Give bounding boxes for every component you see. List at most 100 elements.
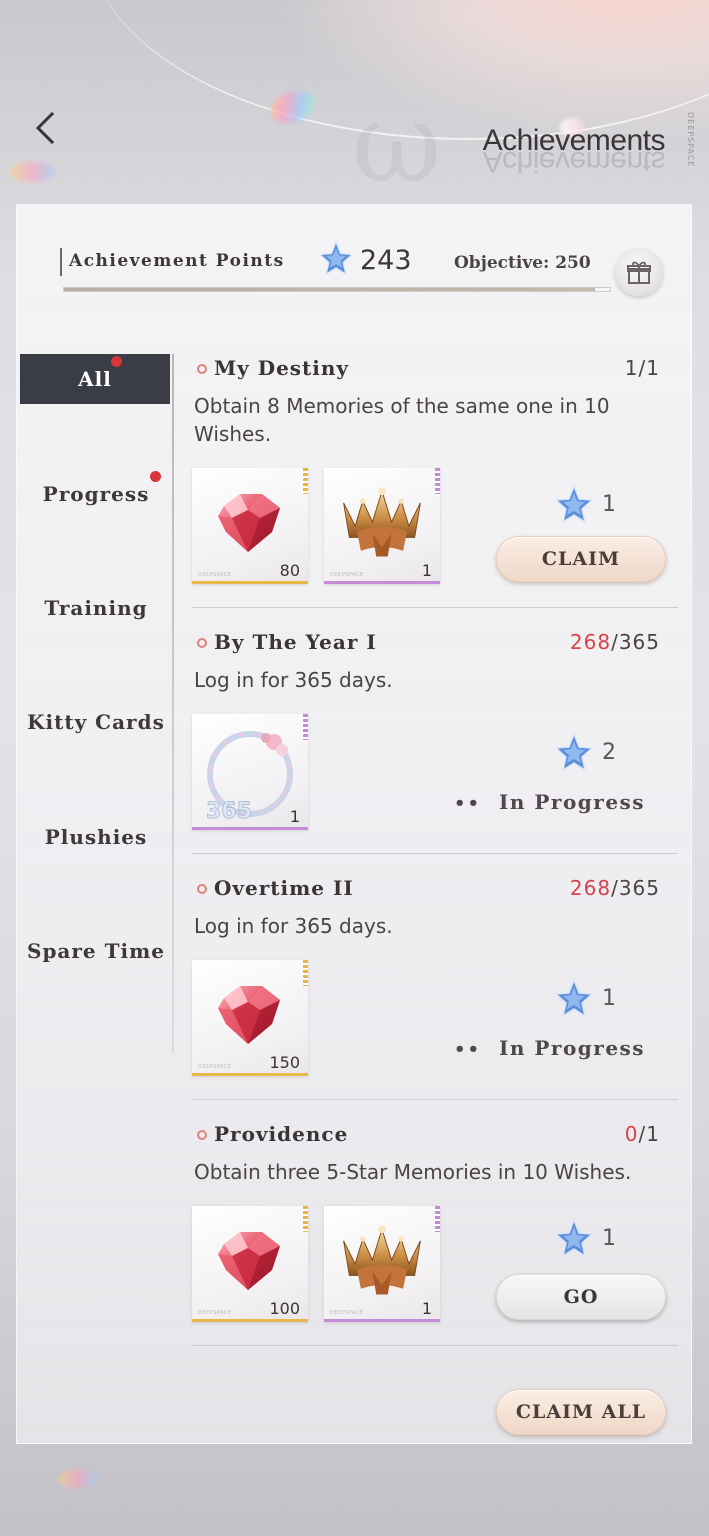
points-amount: 2: [602, 739, 616, 765]
brand-mark: DEEPSPACE: [330, 1310, 364, 1316]
back-button[interactable]: [26, 108, 66, 148]
progress-total: /365: [611, 630, 660, 654]
gem-icon: [210, 980, 290, 1050]
gem-icon: [210, 488, 290, 558]
claim-all-button[interactable]: CLAIM ALL: [496, 1389, 666, 1435]
dots-icon: ••: [454, 793, 482, 814]
achievement-points: 1: [554, 1218, 616, 1258]
achievement-description: Log in for 365 days.: [194, 914, 393, 938]
achievement-progress: 268/365: [570, 876, 660, 900]
sidebar-divider: [172, 354, 174, 1054]
bullet-icon: [197, 884, 207, 894]
bullet-icon: [197, 1130, 207, 1140]
divider: [192, 853, 678, 854]
achievement-description: Log in for 365 days.: [194, 668, 393, 692]
bullet-icon: [197, 364, 207, 374]
achievement-points: 2: [554, 732, 616, 772]
gift-button[interactable]: [615, 248, 663, 296]
reward-quantity: 80: [279, 561, 300, 580]
frame-label: 365: [206, 799, 252, 822]
points-amount: 1: [602, 1225, 616, 1251]
rarity-bar: [324, 581, 440, 584]
status-text: In Progress: [499, 1036, 646, 1060]
star-icon: [554, 1218, 594, 1258]
points-amount: 1: [602, 985, 616, 1011]
go-button[interactable]: GO: [496, 1274, 666, 1320]
sidebar-item-plushies[interactable]: Plushies: [20, 812, 172, 862]
brand-mark: DEEPSPACE: [198, 1310, 232, 1316]
chevron-left-icon: [35, 111, 55, 145]
achievement-title: By The Year I: [214, 630, 377, 654]
points-amount: 1: [602, 491, 616, 517]
sidebar-item-label: Kitty Cards: [27, 710, 165, 734]
status-text: In Progress: [499, 790, 646, 814]
title-watermark: ω: [352, 79, 442, 207]
points-progress-fill: [64, 288, 595, 291]
divider: [192, 1345, 678, 1346]
achievement-card: By The Year I 268/365 Log in for 365 day…: [192, 630, 678, 840]
rarity-bar: [192, 827, 308, 830]
reward-item[interactable]: DEEPSPACE 1: [324, 468, 440, 584]
divider: [192, 607, 678, 608]
rarity-tag: [303, 714, 308, 740]
star-icon: [318, 240, 354, 276]
rarity-bar: [324, 1319, 440, 1322]
rarity-bar: [192, 581, 308, 584]
progress-current: 268: [569, 630, 612, 654]
dots-icon: ••: [454, 1039, 482, 1060]
sidebar-item-label: Training: [44, 596, 148, 620]
progress-current: 0: [624, 1122, 639, 1146]
gift-icon: [627, 261, 651, 284]
points-label: Achievement Points: [69, 251, 285, 271]
reward-item[interactable]: DEEPSPACE 1: [324, 1206, 440, 1322]
reward-item[interactable]: DEEPSPACE 100: [192, 1206, 308, 1322]
progress-total: /1: [638, 1122, 660, 1146]
achievement-card: My Destiny 1/1 Obtain 8 Memories of the …: [192, 356, 678, 596]
achievement-points: 1: [554, 978, 616, 1018]
crown-icon: [334, 1220, 430, 1300]
page-title-reflection: Achievements: [482, 145, 665, 178]
reward-item[interactable]: DEEPSPACE 80: [192, 468, 308, 584]
achievement-title: Overtime II: [214, 876, 354, 900]
reward-item[interactable]: 365 1: [192, 714, 308, 830]
points-progress-bar: [63, 287, 611, 292]
reward-quantity: 1: [421, 561, 432, 580]
sidebar-item-kitty-cards[interactable]: Kitty Cards: [20, 697, 172, 747]
rarity-tag: [435, 1206, 440, 1232]
reward-quantity: 1: [421, 1299, 432, 1318]
brand-mark: DEEPSPACE: [330, 572, 364, 578]
achievement-card: Overtime II 268/365 Log in for 365 days.…: [192, 876, 678, 1086]
reward-quantity: 100: [269, 1299, 300, 1318]
achievement-card: Providence 0/1 Obtain three 5-Star Memor…: [192, 1122, 678, 1332]
rarity-tag: [303, 960, 308, 986]
points-objective: Objective: 250: [454, 253, 591, 273]
achievement-title: My Destiny: [214, 356, 350, 380]
star-icon: [554, 732, 594, 772]
achievement-progress: 1/1: [625, 356, 660, 380]
status-label: •• In Progress: [454, 1036, 645, 1060]
rarity-bar: [192, 1073, 308, 1076]
frame-icon: 365: [206, 731, 293, 822]
star-icon: [554, 484, 594, 524]
reward-quantity: 150: [269, 1053, 300, 1072]
rarity-tag: [435, 468, 440, 494]
progress-total: /1: [638, 356, 660, 380]
sidebar-item-training[interactable]: Training: [20, 583, 172, 633]
progress-current: 1: [624, 356, 639, 380]
notification-dot: [111, 356, 122, 367]
points-tick: [60, 248, 62, 276]
brand-mark: DEEPSPACE: [686, 112, 695, 168]
sidebar-item-spare-time[interactable]: Spare Time: [20, 926, 172, 976]
progress-total: /365: [611, 876, 660, 900]
rarity-tag: [303, 1206, 308, 1232]
points-value: 243: [360, 245, 412, 276]
brand-mark: DEEPSPACE: [198, 572, 232, 578]
achievement-title: Providence: [214, 1122, 349, 1146]
reward-item[interactable]: DEEPSPACE 150: [192, 960, 308, 1076]
gem-icon: [210, 1226, 290, 1296]
claim-button[interactable]: CLAIM: [496, 536, 666, 582]
rarity-bar: [192, 1319, 308, 1322]
sidebar-item-all[interactable]: All: [20, 354, 170, 404]
status-label: •• In Progress: [454, 790, 645, 814]
sidebar-item-label: All: [78, 367, 112, 391]
